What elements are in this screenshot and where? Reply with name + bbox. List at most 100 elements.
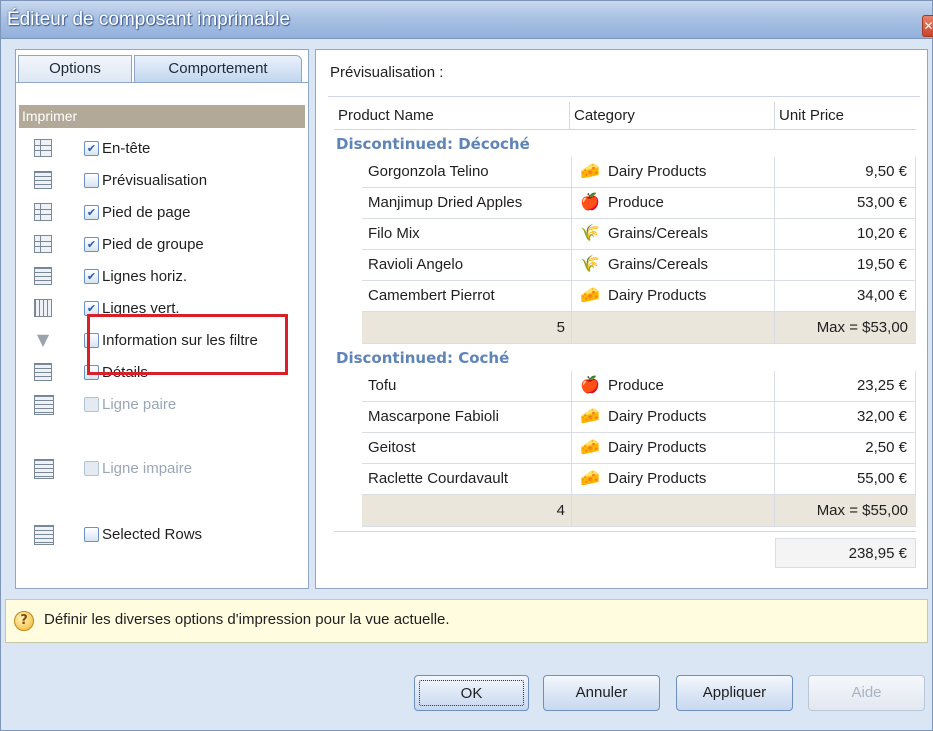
checkbox[interactable] (84, 173, 99, 188)
group-max: Max = $53,00 (816, 319, 908, 336)
unit-price-cell: 53,00 € (775, 188, 916, 218)
product-name-cell: Geitost (362, 433, 572, 463)
column-header-product-name: Product Name (334, 102, 570, 130)
dairy-icon: 🧀 (580, 163, 600, 180)
category-cell: 🍎 Produce (572, 188, 775, 218)
status-text: Définir les diverses options d'impressio… (44, 611, 450, 628)
ok-button[interactable]: OK (414, 675, 529, 711)
group-footer-empty (572, 312, 775, 344)
cancel-button[interactable]: Annuler (543, 675, 660, 711)
checkbox (84, 397, 99, 412)
option-label: Selected Rows (102, 526, 203, 543)
table-row[interactable]: Ravioli Angelo 🌾 Grains/Cereals 19,50 € (362, 250, 916, 281)
option-label: Pied de groupe (102, 236, 204, 253)
tab-comportement[interactable]: Comportement (134, 55, 302, 82)
unit-price-cell: 2,50 € (775, 433, 916, 463)
table-row[interactable]: Camembert Pierrot 🧀 Dairy Products 34,00 € (362, 281, 916, 312)
produce-icon: 🍎 (580, 194, 600, 211)
preview-label: Prévisualisation : (330, 64, 444, 81)
category-cell: 🧀 Dairy Products (572, 157, 775, 187)
grains-icon: 🌾 (580, 256, 600, 273)
table-row[interactable]: Gorgonzola Telino 🧀 Dairy Products 9,50 € (362, 157, 916, 188)
checkbox[interactable] (84, 527, 99, 542)
even-row-icon (34, 395, 54, 415)
checkbox[interactable]: ✔ (84, 269, 99, 284)
table-row[interactable]: Filo Mix 🌾 Grains/Cereals 10,20 € (362, 219, 916, 250)
grains-icon: 🌾 (580, 225, 600, 242)
window-title: Éditeur de composant imprimable (7, 9, 291, 30)
ok-button-label: OK (419, 680, 524, 706)
grid-preview-icon (34, 171, 52, 189)
group-header[interactable]: Discontinued: Coché (336, 345, 509, 371)
checkbox[interactable]: ✔ (84, 237, 99, 252)
group-count: 5 (362, 312, 572, 344)
category-label: Grains/Cereals (608, 256, 709, 273)
unit-price-cell: 55,00 € (775, 464, 916, 494)
option-label: Ligne impaire (102, 460, 193, 477)
tab-options[interactable]: Options (18, 55, 132, 82)
grand-total: 238,95 € (775, 538, 916, 568)
group-footer-row: 4 Max = $55,00 (362, 495, 916, 527)
checkbox[interactable]: ✔ (84, 141, 99, 156)
product-name-cell: Mascarpone Fabioli (362, 402, 572, 432)
dairy-icon: 🧀 (580, 408, 600, 425)
option-label: Prévisualisation (102, 172, 208, 189)
category-cell: 🌾 Grains/Cereals (572, 250, 775, 280)
category-cell: 🧀 Dairy Products (572, 464, 775, 494)
option-row-prévisualisation[interactable]: Prévisualisation (16, 171, 308, 197)
status-bar: ? Définir les diverses options d'impress… (5, 599, 928, 643)
selected-rows-icon (34, 525, 54, 545)
odd-row-icon (34, 459, 54, 479)
table-row[interactable]: Mascarpone Fabioli 🧀 Dairy Products 32,00 € (362, 402, 916, 433)
produce-icon: 🍎 (580, 377, 600, 394)
details-icon (34, 363, 52, 381)
category-label: Produce (608, 377, 664, 394)
group-count: 4 (362, 495, 572, 527)
category-label: Dairy Products (608, 408, 707, 425)
help-button[interactable]: Aide (808, 675, 925, 711)
column-header-unit-price: Unit Price (775, 102, 916, 130)
option-row-en-t-te[interactable]: ✔ En-tête (16, 139, 308, 165)
table-row[interactable]: Manjimup Dried Apples 🍎 Produce 53,00 € (362, 188, 916, 219)
apply-button[interactable]: Appliquer (676, 675, 793, 711)
options-panel: Options Comportement Imprimer ✔ En-tête Pr… (15, 49, 309, 589)
option-row-ligne-paire[interactable]: Ligne paire (16, 395, 308, 421)
print-editor-window: Éditeur de composant imprimable ✕ Option… (0, 0, 933, 731)
option-row-ligne-impaire[interactable]: Ligne impaire (16, 459, 308, 485)
option-row-pied-de-page[interactable]: ✔ Pied de page (16, 203, 308, 229)
grid-header-icon (34, 139, 52, 157)
unit-price-cell: 34,00 € (775, 281, 916, 311)
table-row[interactable]: Geitost 🧀 Dairy Products 2,50 € (362, 433, 916, 464)
unit-price-cell: 19,50 € (775, 250, 916, 280)
category-label: Dairy Products (608, 287, 707, 304)
category-label: Dairy Products (608, 470, 707, 487)
option-row-lignes-horiz-[interactable]: ✔ Lignes horiz. (16, 267, 308, 293)
grid-group-footer-icon (34, 235, 52, 253)
unit-price-cell: 32,00 € (775, 402, 916, 432)
group-footer-row: 5 Max = $53,00 (362, 312, 916, 344)
group-header[interactable]: Discontinued: Décoché (336, 131, 530, 157)
product-name-cell: Gorgonzola Telino (362, 157, 572, 187)
table-row[interactable]: Tofu 🍎 Produce 23,25 € (362, 371, 916, 402)
category-label: Grains/Cereals (608, 225, 709, 242)
category-label: Dairy Products (608, 163, 707, 180)
highlight-annotation (87, 314, 288, 375)
product-name-cell: Filo Mix (362, 219, 572, 249)
checkbox[interactable]: ✔ (84, 205, 99, 220)
section-imprimer-header: Imprimer (19, 105, 305, 128)
title-bar[interactable]: Éditeur de composant imprimable ✕ (1, 1, 933, 39)
option-label: Ligne paire (102, 396, 177, 413)
product-name-cell: Raclette Courdavault (362, 464, 572, 494)
option-row-pied-de-groupe[interactable]: ✔ Pied de groupe (16, 235, 308, 261)
filter-icon: ▼ (36, 330, 50, 349)
option-label: Pied de page (102, 204, 191, 221)
product-name-cell: Manjimup Dried Apples (362, 188, 572, 218)
close-icon[interactable]: ✕ (922, 15, 933, 37)
category-label: Produce (608, 194, 664, 211)
checkbox (84, 461, 99, 476)
option-row-selected-rows[interactable]: Selected Rows (16, 525, 308, 551)
category-label: Dairy Products (608, 439, 707, 456)
table-row[interactable]: Raclette Courdavault 🧀 Dairy Products 55,00… (362, 464, 916, 495)
hint-icon: ? (14, 611, 34, 631)
unit-price-cell: 10,20 € (775, 219, 916, 249)
